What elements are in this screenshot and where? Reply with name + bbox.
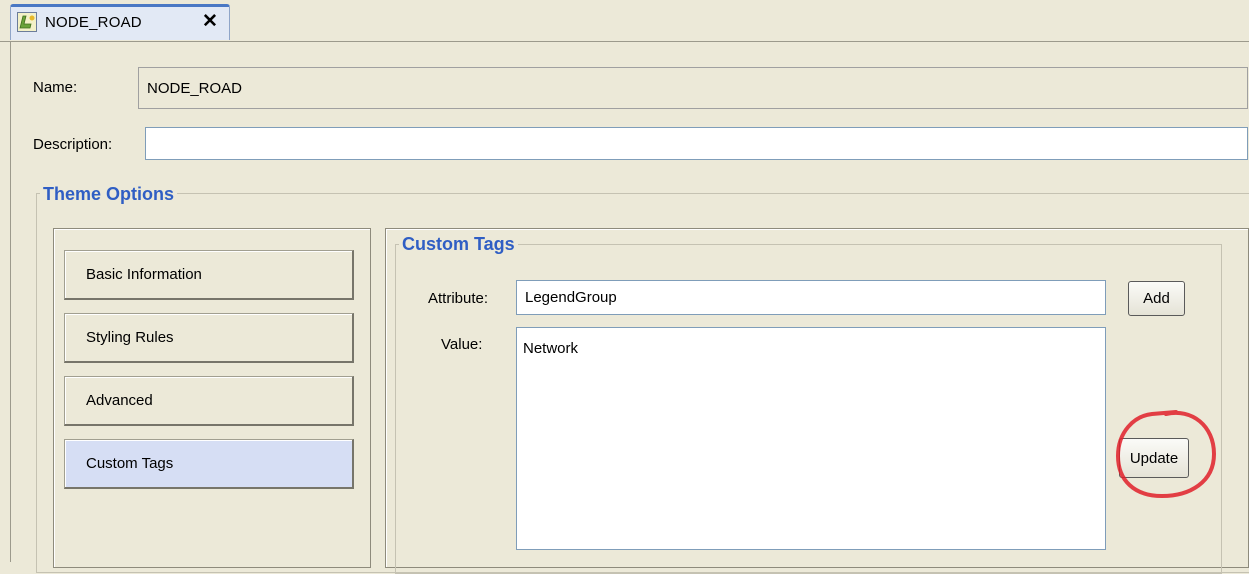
tab-label: NODE_ROAD	[45, 14, 142, 31]
attribute-field[interactable]	[516, 280, 1106, 315]
theme-options-legend: Theme Options	[40, 184, 178, 204]
tab-node-road[interactable]: NODE_ROAD ✕	[10, 4, 230, 40]
name-label: Name:	[33, 79, 78, 96]
nav-styling-rules[interactable]: Styling Rules	[64, 313, 354, 363]
close-icon[interactable]: ✕	[202, 11, 218, 33]
custom-tags-legend: Custom Tags	[399, 234, 518, 254]
editor-tab-strip: NODE_ROAD ✕	[0, 0, 1249, 42]
attribute-label: Attribute:	[428, 290, 489, 307]
theme-icon	[17, 12, 37, 32]
nav-custom-tags[interactable]: Custom Tags	[64, 439, 354, 489]
nav-basic-information[interactable]: Basic Information	[64, 250, 354, 300]
description-label: Description:	[33, 136, 113, 153]
nav-advanced[interactable]: Advanced	[64, 376, 354, 426]
description-field[interactable]	[145, 127, 1248, 160]
value-label: Value:	[441, 336, 483, 353]
add-button[interactable]: Add	[1128, 281, 1185, 316]
name-field[interactable]	[138, 67, 1248, 109]
highlight-circle	[1115, 410, 1217, 499]
value-textarea[interactable]: Network	[516, 327, 1106, 550]
